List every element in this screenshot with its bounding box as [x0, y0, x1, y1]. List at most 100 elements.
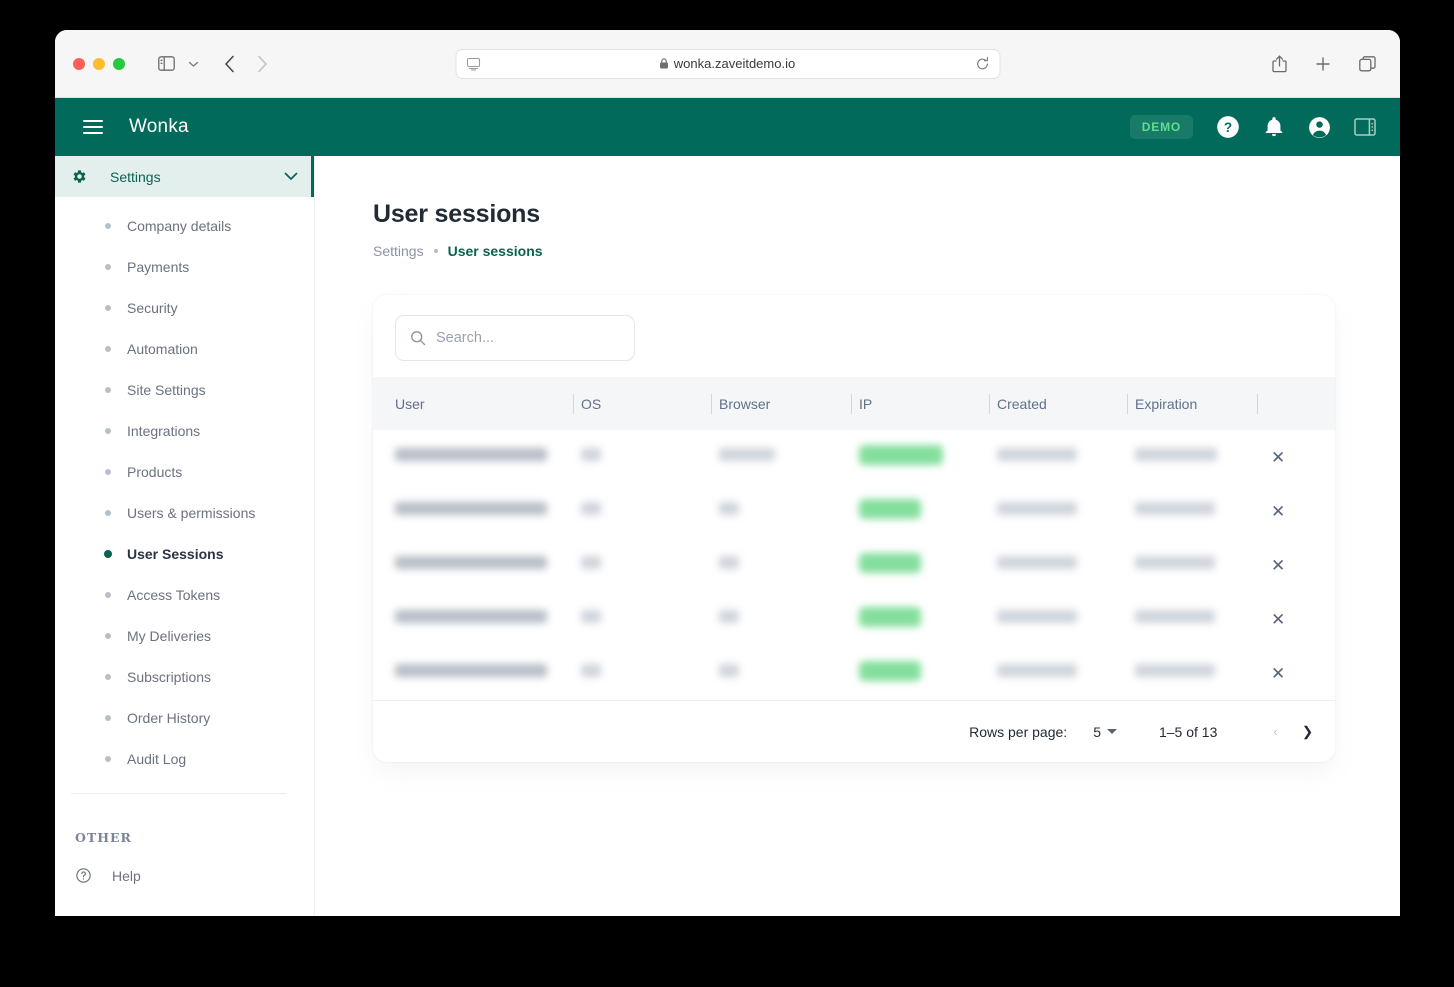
- bullet-icon: [105, 755, 111, 762]
- sidebar-item-label: Users & permissions: [127, 504, 256, 521]
- table-row[interactable]: ✕: [373, 538, 1335, 592]
- cell-ip: [851, 538, 989, 592]
- sidebar-item-order-history[interactable]: Order History: [55, 697, 314, 738]
- right-panel-toggle-icon[interactable]: [1354, 117, 1376, 137]
- search-input[interactable]: [436, 330, 620, 346]
- cell-os: [573, 592, 711, 646]
- minimize-window-button[interactable]: [93, 57, 105, 70]
- bullet-icon: [105, 509, 111, 516]
- back-arrow-icon[interactable]: [215, 50, 245, 78]
- column-header-created[interactable]: Created: [989, 377, 1127, 430]
- table-row[interactable]: ✕: [373, 592, 1335, 646]
- sidebar-item-site-settings[interactable]: Site Settings: [55, 369, 314, 410]
- sidebar-item-access-tokens[interactable]: Access Tokens: [55, 574, 314, 615]
- table-body: ✕ ✕ ✕ ✕ ✕: [373, 430, 1335, 700]
- sidebar-item-help[interactable]: Help: [55, 845, 314, 884]
- sidebar-item-payments[interactable]: Payments: [55, 246, 314, 287]
- sidebar-item-automation[interactable]: Automation: [55, 328, 314, 369]
- reader-view-icon[interactable]: [466, 57, 480, 71]
- breadcrumb-parent[interactable]: Settings: [373, 243, 424, 259]
- column-header-os[interactable]: OS: [573, 377, 711, 430]
- sidebar-item-label: Products: [127, 463, 183, 480]
- column-header-expiration[interactable]: Expiration: [1127, 377, 1257, 430]
- close-icon[interactable]: ✕: [1265, 551, 1291, 580]
- chevron-left-icon: ‹: [1269, 720, 1281, 743]
- cell-created: [989, 592, 1127, 646]
- chevron-down-icon[interactable]: [183, 50, 203, 78]
- close-window-button[interactable]: [73, 57, 85, 70]
- cell-ip: [851, 592, 989, 646]
- reload-icon[interactable]: [975, 56, 989, 71]
- cell-user: [373, 430, 573, 484]
- breadcrumb-separator-icon: [433, 249, 438, 253]
- cell-expiration: [1127, 430, 1257, 484]
- table-row[interactable]: ✕: [373, 646, 1335, 700]
- window-traffic-lights[interactable]: [73, 57, 125, 70]
- chevron-down-icon: [1106, 729, 1117, 734]
- column-header-ip[interactable]: IP: [851, 377, 989, 430]
- sidebar-item-label: Help: [112, 867, 141, 884]
- sidebar-toggle-icon[interactable]: [151, 50, 181, 78]
- sidebar-item-my-deliveries[interactable]: My Deliveries: [55, 615, 314, 656]
- svg-text:?: ?: [1224, 120, 1232, 135]
- gear-icon: [71, 168, 88, 185]
- cell-user: [373, 484, 573, 538]
- column-header-browser[interactable]: Browser: [711, 377, 851, 430]
- cell-browser: [711, 646, 851, 700]
- close-icon[interactable]: ✕: [1265, 659, 1291, 688]
- sidebar-item-label: Automation: [127, 340, 198, 357]
- sidebar-item-label: Security: [127, 299, 178, 316]
- cell-actions: ✕: [1257, 538, 1335, 592]
- rows-per-page-label: Rows per page:: [969, 723, 1068, 740]
- address-bar-text[interactable]: wonka.zaveitdemo.io: [480, 56, 975, 71]
- help-circle-icon[interactable]: ?: [1215, 114, 1241, 140]
- cell-os: [573, 430, 711, 484]
- bullet-icon: [105, 468, 111, 475]
- sidebar-item-subscriptions[interactable]: Subscriptions: [55, 656, 314, 697]
- cell-ip: [851, 646, 989, 700]
- cell-created: [989, 538, 1127, 592]
- sidebar-item-label: Order History: [127, 709, 211, 726]
- account-circle-icon[interactable]: [1307, 115, 1332, 140]
- sidebar-item-label: Company details: [127, 217, 232, 234]
- sidebar-item-integrations[interactable]: Integrations: [55, 410, 314, 451]
- share-icon[interactable]: [1264, 50, 1294, 78]
- close-icon[interactable]: ✕: [1265, 497, 1291, 526]
- close-icon[interactable]: ✕: [1265, 443, 1291, 472]
- cell-os: [573, 538, 711, 592]
- sidebar-item-label: Subscriptions: [127, 668, 212, 685]
- table-pagination: Rows per page: 5 1–5 of 13 ‹ ❯: [373, 700, 1335, 762]
- sidebar-item-company-details[interactable]: Company details: [55, 205, 314, 246]
- sidebar-item-label: User Sessions: [127, 545, 224, 562]
- bullet-icon: [105, 427, 111, 434]
- sidebar-section-settings[interactable]: Settings: [55, 156, 314, 197]
- app-header: Wonka DEMO ?: [55, 98, 1400, 156]
- sidebar-item-security[interactable]: Security: [55, 287, 314, 328]
- cell-expiration: [1127, 538, 1257, 592]
- rows-per-page-select[interactable]: 5: [1093, 724, 1117, 740]
- table-row[interactable]: ✕: [373, 430, 1335, 484]
- sidebar-item-audit-log[interactable]: Audit Log: [55, 738, 314, 779]
- column-header-user[interactable]: User: [373, 377, 573, 430]
- sidebar-item-users-permissions[interactable]: Users & permissions: [55, 492, 314, 533]
- hamburger-menu-icon[interactable]: [79, 116, 107, 138]
- tab-overview-icon[interactable]: [1352, 50, 1382, 78]
- browser-toolbar: wonka.zaveitdemo.io: [55, 30, 1400, 98]
- search-box[interactable]: [395, 315, 635, 361]
- table-header: User OS Browser IP Created Expiration: [373, 377, 1335, 430]
- bell-icon[interactable]: [1263, 116, 1285, 138]
- table-row[interactable]: ✕: [373, 484, 1335, 538]
- address-bar[interactable]: wonka.zaveitdemo.io: [455, 48, 1000, 79]
- main-content: User sessions Settings User sessions Sea…: [315, 156, 1400, 916]
- chevron-down-icon[interactable]: [284, 172, 298, 181]
- plus-icon[interactable]: [1308, 50, 1338, 78]
- close-icon[interactable]: ✕: [1265, 605, 1291, 634]
- maximize-window-button[interactable]: [113, 57, 125, 70]
- sidebar-group-label-other: OTHER: [75, 830, 132, 845]
- chevron-right-icon[interactable]: ❯: [1298, 720, 1317, 744]
- help-circle-outline-icon: [75, 867, 92, 884]
- sidebar-item-user-sessions[interactable]: User Sessions: [55, 533, 314, 574]
- sidebar-item-label: Site Settings: [127, 381, 206, 398]
- sidebar-item-products[interactable]: Products: [55, 451, 314, 492]
- cell-browser: [711, 430, 851, 484]
